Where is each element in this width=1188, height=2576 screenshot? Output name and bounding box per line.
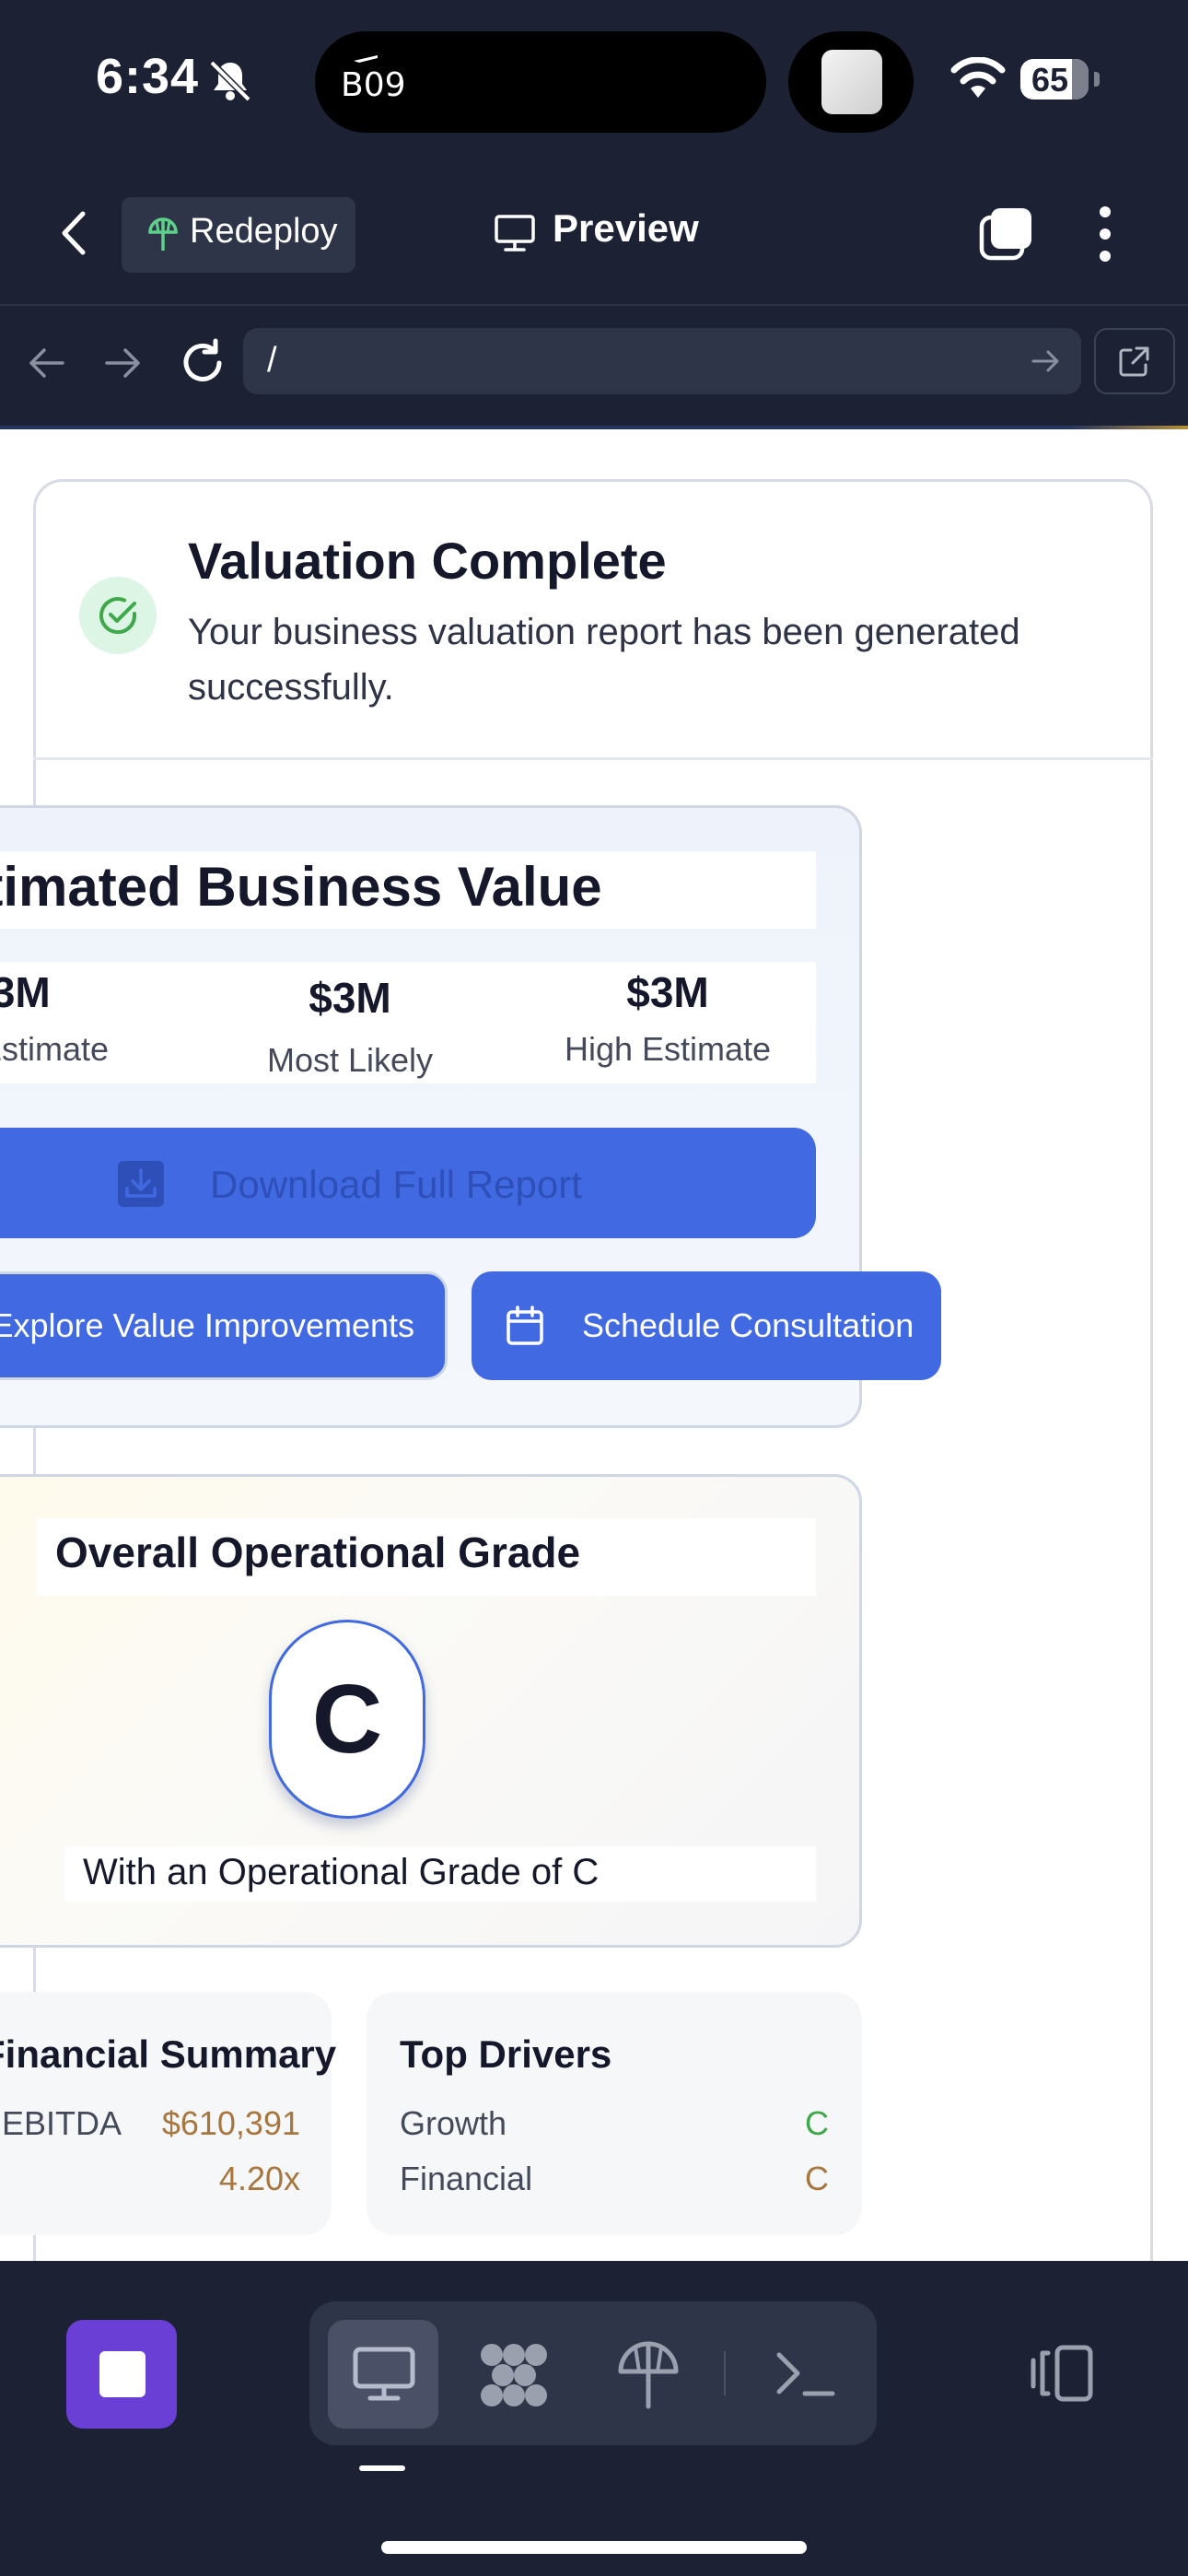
driver-label: Growth (400, 2104, 507, 2142)
driver-grade: C (805, 2160, 829, 2197)
schedule-consultation-label: Schedule Consultation (582, 1306, 914, 1344)
page-title: Preview (553, 206, 699, 250)
external-link-icon (1119, 346, 1149, 377)
terminal-icon[interactable] (774, 2348, 836, 2399)
check-circle-icon (99, 597, 137, 635)
business-value-heading: Estimated Business Value (0, 856, 602, 918)
calendar-icon (507, 1306, 543, 1345)
go-arrow-icon[interactable] (1030, 346, 1063, 376)
island-label: B09 (341, 66, 406, 104)
battery-tip (1094, 72, 1100, 87)
home-indicator[interactable] (381, 2541, 807, 2554)
low-estimate-value: $3M (0, 968, 51, 1016)
ebitda-value: $610,391 (161, 2104, 300, 2142)
redeploy-label: Redeploy (190, 212, 338, 251)
operational-grade-heading: Overall Operational Grade (55, 1528, 581, 1576)
valuation-complete-message: Your business valuation report has been … (188, 612, 1020, 708)
most-likely-label: Most Likely (266, 1041, 434, 1079)
financial-summary-heading: Financial Summary (0, 2032, 337, 2076)
album-art (821, 50, 882, 114)
active-tab-indicator (359, 2465, 405, 2471)
driver-grade: C (805, 2104, 829, 2142)
stop-icon (99, 2351, 146, 2397)
bell-muted-icon (209, 60, 251, 102)
tabs-icon[interactable] (978, 205, 1035, 262)
driver-label: Financial (400, 2160, 533, 2197)
download-icon (125, 1168, 157, 1198)
monitor-icon (353, 2347, 415, 2401)
top-drivers-heading: Top Drivers (400, 2032, 612, 2076)
grade-letter: C (311, 1665, 383, 1774)
low-estimate-label: Low Estimate (0, 1030, 110, 1068)
battery-percent: 65 (1031, 61, 1069, 99)
multiple-value: 4.20x (218, 2160, 300, 2197)
back-chevron-icon[interactable] (55, 206, 92, 260)
wifi-icon (950, 57, 1006, 98)
airplane-icon (354, 55, 378, 63)
url-text: / (267, 341, 277, 380)
grade-caption: With an Operational Grade of C (83, 1852, 600, 1892)
download-report-label: Download Full Report (210, 1163, 582, 1206)
deploy-icon (148, 217, 178, 251)
valuation-complete-heading: Valuation Complete (188, 532, 667, 590)
ebitda-label: EBITDA (1, 2104, 122, 2142)
split-layout-icon[interactable] (1030, 2344, 1096, 2403)
web-preview: Valuation Complete Your business valuati… (0, 429, 1188, 2261)
workspace-grid-icon[interactable] (477, 2342, 551, 2408)
high-estimate-value: $3M (626, 968, 709, 1016)
browser-back-icon[interactable] (26, 345, 66, 381)
toolbar-separator (724, 2351, 726, 2395)
most-likely-value: $3M (309, 974, 391, 1022)
url-input[interactable] (243, 328, 1081, 394)
section-divider (33, 757, 1153, 760)
monitor-icon (495, 215, 535, 252)
more-vertical-icon[interactable] (1096, 205, 1114, 263)
reload-icon[interactable] (177, 337, 228, 389)
header-divider (0, 304, 1188, 306)
browser-forward-icon[interactable] (103, 345, 144, 381)
status-time: 6:34 (96, 49, 200, 104)
explore-improvements-label: Explore Value Improvements (0, 1306, 414, 1344)
high-estimate-label: High Estimate (564, 1030, 772, 1068)
deploy-icon[interactable] (615, 2340, 681, 2410)
